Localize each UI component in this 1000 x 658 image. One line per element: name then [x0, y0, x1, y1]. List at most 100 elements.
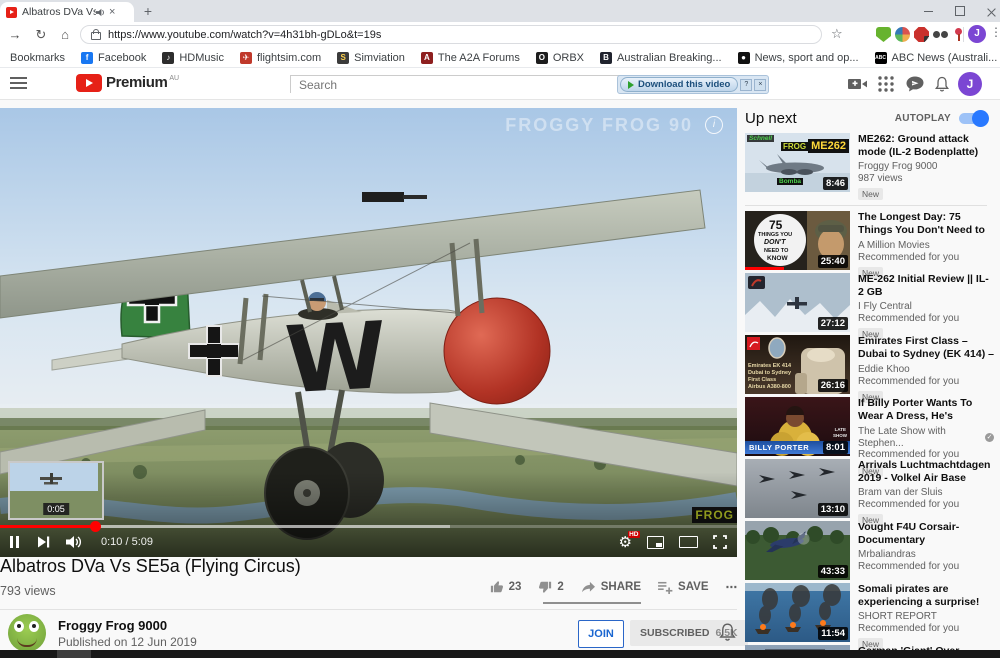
browser-tab[interactable]: Albatros DVa Vs SE5a (Flying × [0, 2, 134, 22]
suggested-meta: Recommended for you [858, 623, 994, 635]
autoplay-toggle[interactable] [959, 113, 987, 124]
up-next-item[interactable]: 43:33 Vought F4U Corsair-Documentary Mrb… [745, 521, 995, 580]
apps-grid-icon[interactable] [878, 76, 898, 92]
played-bar [0, 525, 96, 528]
window-close-button[interactable] [987, 7, 996, 16]
suggested-meta: Recommended for you [858, 561, 994, 573]
channel-notification-bell-icon[interactable] [718, 622, 737, 648]
theater-mode-button[interactable] [679, 536, 698, 548]
tab-audio-icon[interactable] [96, 8, 105, 17]
youtube-premium-logo[interactable]: Premium AU [76, 74, 179, 92]
pause-button[interactable] [10, 536, 22, 548]
like-button[interactable]: 23 [490, 580, 522, 594]
up-next-item[interactable]: 11:54 Somali pirates are experiencing a … [745, 583, 995, 652]
windows-taskbar[interactable] [0, 650, 1000, 658]
video-duration: 43:33 [818, 565, 848, 578]
download-play-icon [628, 81, 634, 89]
search-input[interactable] [291, 77, 627, 93]
next-video-button[interactable] [38, 536, 50, 548]
more-actions-button[interactable]: ⋯ [726, 580, 738, 594]
window-minimize-button[interactable] [924, 11, 933, 12]
suggested-channel: Bram van der Sluis [858, 487, 942, 499]
url-text[interactable]: https://www.youtube.com/watch?v=4h31bh-g… [108, 29, 381, 41]
join-button[interactable]: JOIN [578, 620, 624, 648]
idm-extension-icon[interactable] [895, 27, 910, 42]
browser-profile-avatar[interactable]: J [968, 25, 986, 43]
browser-titlebar: Albatros DVa Vs SE5a (Flying × + [0, 0, 1000, 22]
video-info-card-icon[interactable]: i [705, 116, 723, 134]
create-video-icon[interactable] [848, 76, 868, 92]
browser-menu-icon[interactable]: ⋮ [990, 25, 1000, 39]
window-maximize-button[interactable] [955, 6, 965, 16]
channel-avatar[interactable] [8, 614, 46, 652]
video-thumbnail[interactable]: 11:54 [745, 583, 850, 642]
time-display: 0:10 / 5:09 [101, 536, 153, 548]
search-box[interactable] [290, 75, 628, 93]
bookmark-item[interactable]: AThe A2A Forums [421, 52, 520, 64]
video-thumbnail[interactable]: 13:10 [745, 459, 850, 518]
suggested-meta: Recommended for you [858, 499, 994, 511]
miniplayer-button[interactable] [647, 536, 664, 549]
video-thumbnail[interactable]: 75 THINGS YOU DON'T NEED TO KNOW 25:40 [745, 211, 850, 270]
video-player[interactable]: W [0, 108, 737, 557]
video-thumbnail[interactable]: 43:33 [745, 521, 850, 580]
video-thumbnail[interactable]: BILLY PORTER LATE SHOW 8:01 [745, 397, 850, 456]
taskbar-app-button[interactable] [57, 650, 91, 658]
bookmark-item[interactable]: Bookmarks [10, 52, 65, 64]
address-bar[interactable]: https://www.youtube.com/watch?v=4h31bh-g… [80, 25, 822, 44]
settings-gear-icon[interactable]: ⚙ HD [619, 535, 632, 550]
reload-button[interactable]: ↻ [32, 26, 50, 44]
bookmark-item[interactable]: ●News, sport and op... [738, 52, 859, 64]
suggested-title: Emirates First Class – Dubai to Sydney (… [858, 335, 994, 362]
up-next-item[interactable]: 27:12 ME-262 Initial Review || IL-2 GB I… [745, 273, 995, 342]
bookmark-item[interactable]: fFacebook [81, 52, 146, 64]
padlock-icon[interactable] [91, 32, 101, 40]
new-badge: New [858, 188, 883, 200]
progress-bar[interactable] [0, 525, 737, 528]
adblock-extension-icon[interactable]: 4 [914, 27, 929, 42]
bookmark-item[interactable]: ♪HDMusic [162, 52, 224, 64]
notifications-bell-icon[interactable] [934, 76, 954, 92]
home-button[interactable]: ⌂ [56, 26, 74, 44]
idm-help-button[interactable]: ? [740, 79, 752, 91]
guide-menu-icon[interactable] [10, 77, 27, 90]
bookmark-item[interactable]: BAustralian Breaking... [600, 52, 722, 64]
bookmark-item[interactable]: ✈flightsim.com [240, 52, 321, 64]
video-duration: 8:46 [823, 177, 848, 190]
up-next-item[interactable]: 75 THINGS YOU DON'T NEED TO KNOW 25:40 T… [745, 211, 995, 281]
idm-close-button[interactable]: × [754, 79, 766, 91]
share-button[interactable]: SHARE [581, 581, 641, 594]
video-duration: 26:16 [818, 379, 848, 392]
download-video-button[interactable]: Download this video [620, 77, 738, 92]
facebook-favicon: f [81, 52, 93, 64]
fullscreen-button[interactable] [713, 535, 727, 549]
glasses-extension-icon[interactable] [933, 27, 948, 42]
youtube-profile-avatar[interactable]: J [958, 72, 982, 96]
up-next-item[interactable]: Emirates EK 414 Dubai to Sydney First Cl… [745, 335, 995, 405]
video-thumbnail[interactable]: Emirates EK 414 Dubai to Sydney First Cl… [745, 335, 850, 394]
suggested-channel: Eddie Khoo [858, 364, 910, 376]
new-tab-button[interactable]: + [140, 3, 156, 19]
bookmark-item[interactable]: OORBX [536, 52, 584, 64]
dislike-button[interactable]: 2 [538, 580, 563, 594]
channel-watermark-text: FROGGY FROG 90 [505, 115, 693, 136]
up-next-item[interactable]: 13:10 Arrivals Luchtmachtdagen 2019 - Vo… [745, 459, 995, 528]
volume-button[interactable] [66, 535, 83, 549]
messages-icon[interactable] [906, 76, 926, 92]
seek-preview-thumbnail: 0:05 [8, 461, 104, 520]
tab-close-icon[interactable]: × [109, 7, 115, 18]
seek-preview-time: 0:05 [43, 503, 69, 515]
video-thumbnail[interactable]: 27:12 [745, 273, 850, 332]
suggested-meta: 987 views [858, 173, 994, 185]
bookmark-star-icon[interactable]: ☆ [831, 26, 843, 42]
save-button[interactable]: SAVE [658, 581, 708, 594]
video-thumbnail[interactable]: Schnell FROG ME262 Bomba 8:46 [745, 133, 850, 192]
forward-button[interactable]: → [6, 26, 24, 44]
up-next-item[interactable]: Schnell FROG ME262 Bomba 8:46 ME262: Gro… [745, 133, 995, 202]
suggested-channel: SHORT REPORT [858, 611, 937, 623]
browser-window: Albatros DVa Vs SE5a (Flying × + → ↻ ⌂ h… [0, 0, 1000, 658]
adguard-extension-icon[interactable] [876, 27, 891, 42]
channel-name[interactable]: Froggy Frog 9000 [58, 618, 167, 633]
bookmark-item[interactable]: ABCABC News (Australi... [875, 52, 998, 64]
bookmark-item[interactable]: SSimviation [337, 52, 405, 64]
